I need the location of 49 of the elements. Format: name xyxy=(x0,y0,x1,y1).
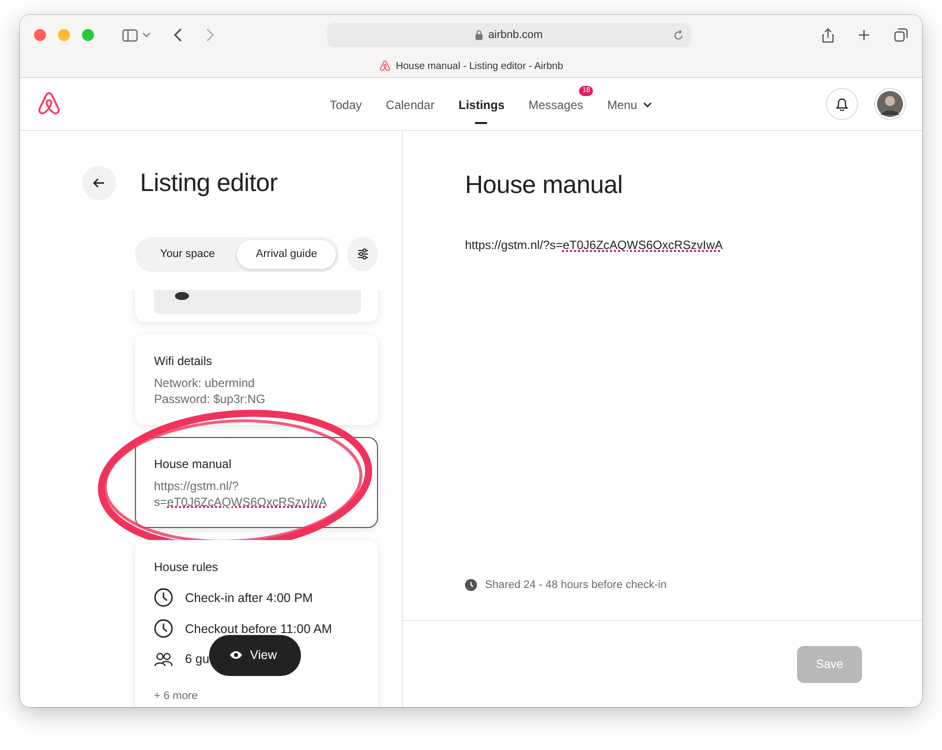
clock-icon xyxy=(154,619,173,638)
rule-text: Checkout before 11:00 AM xyxy=(185,620,332,638)
window-control[interactable] xyxy=(34,29,46,41)
back-button[interactable] xyxy=(82,166,116,200)
clock-icon xyxy=(465,578,477,591)
sidebar-icon[interactable] xyxy=(122,28,138,42)
bell-icon xyxy=(836,98,848,110)
card-text: Password: $up3r:NG xyxy=(154,392,266,408)
back-arrow-icon xyxy=(93,178,105,188)
listing-card[interactable]: Wifi details Network: ubermind Password: $up3r:NG xyxy=(135,334,378,426)
chevron-down-icon xyxy=(643,102,652,108)
filter-button[interactable] xyxy=(347,237,378,272)
link-text: https://gstm.nl/?s=eT0J6ZcAQWS6OxcRSzvIwA xyxy=(154,479,328,510)
tabs-icon[interactable] xyxy=(894,28,908,42)
section-title: House manual xyxy=(465,170,624,200)
address-bar[interactable]: airbnb.com xyxy=(327,23,691,47)
people-icon xyxy=(154,652,173,668)
view-button[interactable]: View xyxy=(209,635,301,676)
tab[interactable]: Your space xyxy=(138,240,237,268)
tab[interactable]: Arrival guide xyxy=(237,240,336,268)
avatar[interactable] xyxy=(877,91,903,117)
notifications-button[interactable] xyxy=(826,88,858,120)
nav-link[interactable]: Calendar xyxy=(386,88,434,126)
nav-link[interactable]: Today xyxy=(330,88,362,126)
menu-dropdown[interactable]: Menu xyxy=(607,88,652,126)
tab-title[interactable]: House manual - Listing editor - Airbnb xyxy=(396,58,564,74)
rule-text: 6 gu xyxy=(185,651,210,668)
plus-icon[interactable] xyxy=(858,29,870,41)
link-text: https://gstm.nl/?s=eT0J6ZcAQWS6OxcRSzvIwA xyxy=(465,237,724,254)
eye-icon xyxy=(229,650,243,660)
card-title: House rules xyxy=(154,559,220,576)
back-icon[interactable] xyxy=(173,28,183,42)
rule-text: Check-in after 4:00 PM xyxy=(185,590,313,606)
nav-link[interactable]: Listings xyxy=(458,88,504,126)
note-text: Shared 24 - 48 hours before check-in xyxy=(485,578,667,592)
page-title: Listing editor xyxy=(140,168,278,198)
card-text: Network: ubermind xyxy=(154,376,256,392)
airbnb-logo-icon xyxy=(378,60,391,72)
reload-icon[interactable] xyxy=(673,30,684,40)
chevron-down-icon[interactable] xyxy=(142,32,151,38)
card-title: House manual xyxy=(154,456,232,474)
card-title: Wifi details xyxy=(154,353,214,370)
clock-icon xyxy=(154,588,173,608)
sliders-icon xyxy=(356,248,368,260)
more-link[interactable]: + 6 more xyxy=(154,689,359,704)
share-icon[interactable] xyxy=(822,28,834,42)
listing-card[interactable]: House manual https://gstm.nl/?s=eT0J6ZcAQWS6OxcRSzvIwA xyxy=(135,437,378,528)
airbnb-logo-icon[interactable] xyxy=(36,91,62,117)
lock-icon xyxy=(475,30,484,40)
